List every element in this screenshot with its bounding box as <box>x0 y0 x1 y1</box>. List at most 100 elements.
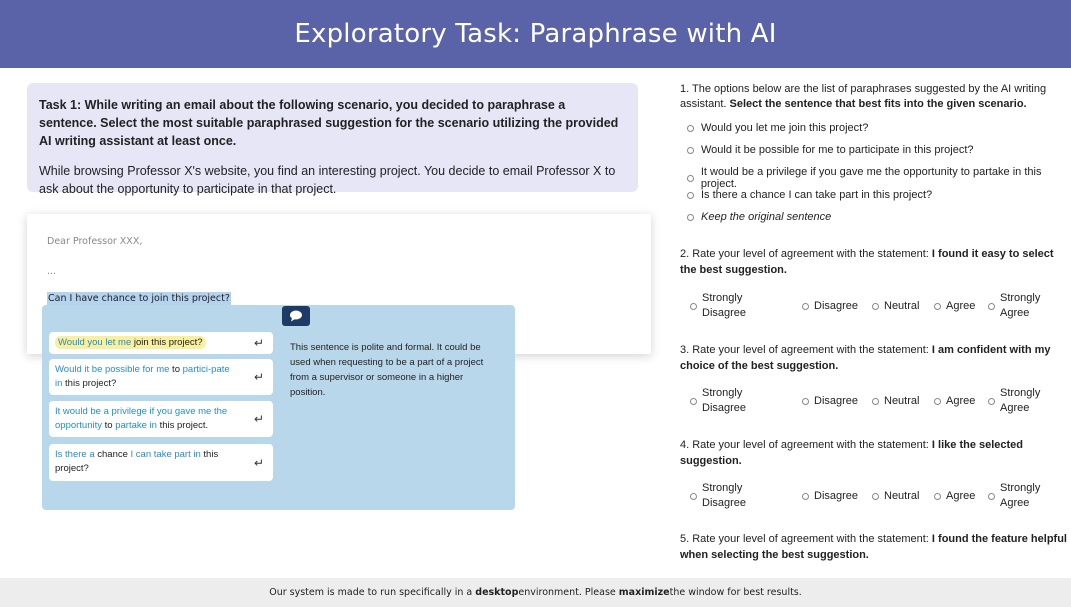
enter-icon[interactable]: ↵ <box>254 336 264 350</box>
radio-button[interactable] <box>690 397 697 405</box>
enter-icon[interactable]: ↵ <box>254 412 264 426</box>
suggestion-part: join this project? <box>131 337 203 348</box>
suggestion-part: Would you let me <box>58 337 132 348</box>
likert-strongly-agree[interactable]: Strongly Agree <box>988 384 1040 418</box>
likert-label-line: Strongly <box>702 292 743 304</box>
radio-button[interactable] <box>802 302 809 310</box>
selected-sentence[interactable]: Can I have chance to join this project? <box>47 292 231 305</box>
suggestion-text: It would be a privilege if you gave me t… <box>55 405 235 433</box>
radio-button[interactable] <box>872 397 879 405</box>
footer-bold: desktop <box>475 587 519 598</box>
radio-button[interactable] <box>687 191 694 199</box>
radio-button[interactable] <box>988 302 995 310</box>
chat-bubble-button[interactable] <box>282 306 310 326</box>
radio-button[interactable] <box>802 397 809 405</box>
likert-label: Strongly Disagree <box>702 291 746 321</box>
suggestion-item[interactable]: Would you let me join this project? ↵ <box>49 332 273 354</box>
radio-button[interactable] <box>802 492 809 500</box>
q1-option[interactable]: It would be a privilege if you gave me t… <box>687 166 1071 190</box>
footer-text: the window for best results. <box>669 587 802 598</box>
likert-disagree[interactable]: Disagree <box>802 384 858 418</box>
suggestion-text: Would it be possible for me to partici-p… <box>55 363 235 391</box>
option-label: It would be a privilege if you gave me t… <box>700 166 1042 190</box>
footer-text: environment. Please <box>518 587 616 598</box>
likert-strongly-disagree[interactable]: Strongly Disagree <box>690 289 746 323</box>
option-label: Would it be possible for me to participa… <box>701 144 974 156</box>
likert-strongly-disagree[interactable]: Strongly Disagree <box>690 384 746 418</box>
question-3: 3. Rate your level of agreement with the… <box>680 342 1070 374</box>
radio-button[interactable] <box>988 397 995 405</box>
likert-scale: Strongly Disagree Disagree Neutral Agree … <box>690 289 1070 323</box>
question-text: 4. Rate your level of agreement with the… <box>680 439 932 451</box>
option-label: Keep the original sentence <box>701 211 832 223</box>
question-5: 5. Rate your level of agreement with the… <box>680 531 1070 563</box>
page-header: Exploratory Task: Paraphrase with AI <box>0 0 1071 68</box>
question-bold: Select the sentence that best fits into … <box>729 98 1027 110</box>
page-title: Exploratory Task: Paraphrase with AI <box>294 19 777 49</box>
likert-label-line: Agree <box>1000 402 1030 414</box>
suggestion-part: chance <box>94 449 131 460</box>
suggestion-part: I can take part in <box>130 449 201 460</box>
radio-button[interactable] <box>687 174 694 182</box>
likert-label-line: Disagree <box>702 402 747 414</box>
likert-neutral[interactable]: Neutral <box>872 384 919 418</box>
likert-label-line: Agree <box>1000 307 1030 319</box>
suggestion-part: to <box>102 420 116 431</box>
likert-label: Agree <box>946 300 976 312</box>
enter-icon[interactable]: ↵ <box>254 370 264 384</box>
radio-button[interactable] <box>872 302 879 310</box>
task-title: Task 1: While writing an email about the… <box>39 98 619 148</box>
likert-agree[interactable]: Agree <box>934 479 975 513</box>
q1-option[interactable]: Would it be possible for me to participa… <box>687 144 974 156</box>
likert-agree[interactable]: Agree <box>934 384 975 418</box>
chat-bubble-icon <box>290 310 302 322</box>
q1-option[interactable]: Is there a chance I can take part in thi… <box>687 189 932 201</box>
likert-scale: Strongly Disagree Disagree Neutral Agree … <box>690 479 1070 513</box>
likert-label: Strongly Disagree <box>702 386 746 416</box>
radio-button[interactable] <box>934 397 941 405</box>
radio-button[interactable] <box>687 146 694 154</box>
suggestion-item[interactable]: Is there a chance I can take part in thi… <box>49 444 273 481</box>
suggestion-text: Is there a chance I can take part in thi… <box>55 448 235 476</box>
radio-button[interactable] <box>687 124 694 132</box>
radio-button[interactable] <box>690 302 697 310</box>
likert-agree[interactable]: Agree <box>934 289 975 323</box>
task-scenario: While browsing Professor X's website, yo… <box>39 164 616 196</box>
likert-scale: Strongly Disagree Disagree Neutral Agree … <box>690 384 1070 418</box>
suggestion-highlight: Would you let me join this project? <box>55 336 206 349</box>
likert-label: Strongly Disagree <box>702 481 746 511</box>
q1-option[interactable]: Would you let me join this project? <box>687 122 868 134</box>
likert-neutral[interactable]: Neutral <box>872 479 919 513</box>
radio-button[interactable] <box>690 492 697 500</box>
likert-label-line: Strongly <box>1000 482 1041 494</box>
likert-strongly-agree[interactable]: Strongly Agree <box>988 479 1040 513</box>
suggestion-item[interactable]: Would it be possible for me to partici-p… <box>49 359 273 395</box>
radio-button[interactable] <box>687 213 694 221</box>
likert-label: Neutral <box>884 300 920 312</box>
question-text: 2. Rate your level of agreement with the… <box>680 248 932 260</box>
question-4: 4. Rate your level of agreement with the… <box>680 437 1070 469</box>
suggestion-part: Would it be possible for me <box>55 364 170 375</box>
radio-button[interactable] <box>934 492 941 500</box>
radio-button[interactable] <box>872 492 879 500</box>
email-ellipsis: ... <box>47 266 57 277</box>
likert-neutral[interactable]: Neutral <box>872 289 919 323</box>
footer-bold: maximize <box>618 587 670 598</box>
radio-button[interactable] <box>934 302 941 310</box>
suggestion-item[interactable]: It would be a privilege if you gave me t… <box>49 401 273 437</box>
likert-disagree[interactable]: Disagree <box>802 479 858 513</box>
task-instructions: Task 1: While writing an email about the… <box>27 83 638 196</box>
radio-button[interactable] <box>988 492 995 500</box>
likert-strongly-agree[interactable]: Strongly Agree <box>988 289 1040 323</box>
question-text: 3. Rate your level of agreement with the… <box>680 344 932 356</box>
enter-icon[interactable]: ↵ <box>254 456 264 470</box>
likert-strongly-disagree[interactable]: Strongly Disagree <box>690 479 746 513</box>
likert-label: Agree <box>946 395 976 407</box>
suggestion-text: Would you let me join this project? <box>55 336 235 350</box>
suggestion-part: partake in <box>115 420 157 431</box>
likert-label: Neutral <box>884 490 920 502</box>
likert-disagree[interactable]: Disagree <box>802 289 858 323</box>
q1-option[interactable]: Keep the original sentence <box>687 211 831 223</box>
question-1: 1. The options below are the list of par… <box>680 82 1070 112</box>
likert-label-line: Disagree <box>702 497 747 509</box>
